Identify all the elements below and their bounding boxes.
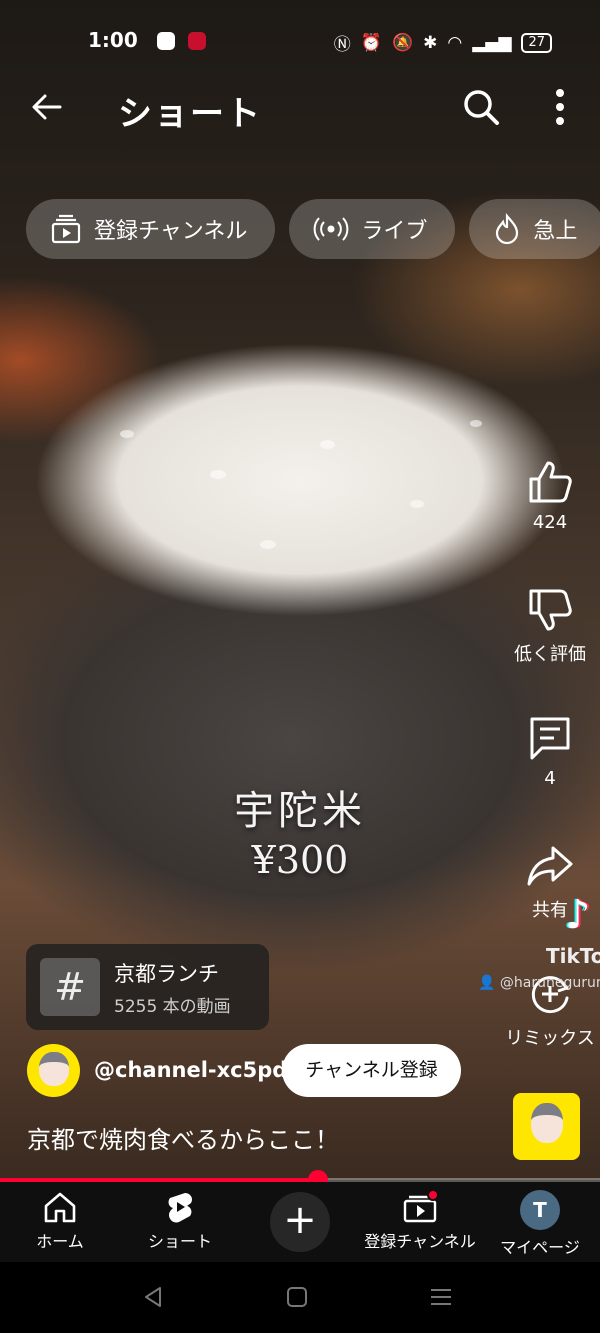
comment-icon — [530, 717, 570, 760]
chip-live[interactable]: ライブ — [289, 199, 456, 259]
system-recents-icon[interactable] — [428, 1284, 454, 1310]
filter-chips: 登録チャンネル ライブ 急上 — [26, 199, 600, 259]
system-back-icon[interactable] — [140, 1284, 166, 1310]
profile-avatar: T — [520, 1190, 560, 1230]
nav-label: ショート — [147, 1232, 212, 1251]
like-count: 424 — [532, 512, 568, 533]
subscriptions-icon — [51, 214, 81, 244]
nfc-icon: Ⓝ — [333, 35, 351, 55]
comment-button[interactable]: 4 — [500, 714, 600, 789]
search-icon[interactable] — [460, 86, 502, 128]
mute-icon: 🔕 — [391, 32, 414, 53]
battery-indicator: 27 — [521, 32, 552, 53]
shorts-icon — [168, 1193, 193, 1223]
notification-app-icon — [188, 32, 206, 50]
nav-subscriptions[interactable]: 登録チャンネル — [360, 1190, 480, 1252]
rice-texture — [410, 500, 424, 508]
trending-icon — [496, 213, 519, 245]
nav-label: 登録チャンネル — [364, 1232, 476, 1251]
rice-texture — [120, 430, 134, 438]
watermark-user: 👤 @harunegurume — [478, 975, 600, 991]
more-options-icon[interactable] — [546, 86, 574, 128]
thumbs-down-icon — [529, 589, 572, 631]
thumbs-up-icon — [529, 461, 572, 503]
status-time: 1:00 — [88, 28, 138, 52]
hashtag-name: 京都ランチ — [114, 962, 219, 986]
subscribe-button[interactable]: チャンネル登録 — [282, 1044, 461, 1097]
tiktok-logo-icon: ♪ — [565, 892, 591, 938]
chip-subscriptions[interactable]: 登録チャンネル — [26, 199, 276, 259]
home-icon — [44, 1192, 76, 1223]
nav-profile[interactable]: T マイページ — [498, 1190, 582, 1258]
rice-texture — [210, 470, 226, 479]
system-home-icon[interactable] — [284, 1284, 310, 1310]
bottom-nav: ホーム ショート + 登録チャンネル T マイページ — [0, 1182, 600, 1262]
alarm-icon: ⏰ — [360, 32, 382, 53]
share-icon — [527, 846, 573, 886]
sound-thumbnail[interactable] — [513, 1093, 580, 1160]
hashtag-icon: # — [40, 958, 100, 1016]
bluetooth-icon: ✱ — [423, 32, 438, 53]
page-title: ショート — [118, 94, 262, 134]
rice-texture — [320, 440, 335, 449]
avatar-illustration — [39, 1052, 69, 1086]
nav-label: ホーム — [36, 1232, 84, 1251]
hashtag-video-count: 5255 本の動画 — [114, 997, 231, 1017]
hashtag-card[interactable]: # 京都ランチ 5255 本の動画 — [26, 944, 269, 1030]
nav-shorts[interactable]: ショート — [140, 1190, 220, 1252]
chip-label: 急上 — [533, 219, 578, 244]
create-button[interactable]: + — [270, 1192, 330, 1252]
rice-texture — [260, 540, 276, 549]
rice-texture — [470, 420, 482, 427]
watermark-user-handle: @harunegurume — [499, 975, 600, 991]
dislike-label: 低く評価 — [514, 644, 586, 665]
wifi-icon: ◠ — [447, 32, 463, 53]
share-label: 共有 — [532, 900, 568, 921]
sound-illustration — [531, 1103, 563, 1143]
nav-label: マイページ — [500, 1238, 580, 1257]
nav-home[interactable]: ホーム — [22, 1190, 98, 1252]
user-icon: 👤 — [478, 975, 496, 991]
channel-handle[interactable]: @channel-xc5pd — [94, 1058, 287, 1082]
dislike-button[interactable]: 低く評価 — [500, 586, 600, 666]
signal-icon: ▂▄▆ — [472, 32, 512, 53]
watermark-brand: TikTok — [546, 944, 600, 968]
channel-avatar[interactable] — [27, 1044, 80, 1097]
status-bar: 1:00 Ⓝ ⏰ 🔕 ✱ ◠ ▂▄▆ 27 — [0, 24, 600, 58]
comment-count: 4 — [544, 768, 556, 789]
top-bar: ショート — [0, 80, 600, 136]
chip-label: ライブ — [361, 219, 428, 244]
chip-label: 登録チャンネル — [94, 219, 248, 244]
video-description[interactable]: 京都で焼肉食べるからここ！ — [27, 1120, 339, 1155]
system-nav-bar — [0, 1262, 600, 1333]
remix-label: リミックス — [505, 1028, 595, 1049]
line-app-icon — [157, 32, 175, 50]
status-indicators: Ⓝ ⏰ 🔕 ✱ ◠ ▂▄▆ 27 — [334, 30, 552, 55]
notification-dot — [427, 1189, 439, 1201]
back-arrow-icon[interactable] — [28, 88, 66, 126]
live-icon — [313, 217, 349, 241]
chip-trending[interactable]: 急上 — [469, 199, 600, 259]
like-button[interactable]: 424 — [500, 458, 600, 533]
